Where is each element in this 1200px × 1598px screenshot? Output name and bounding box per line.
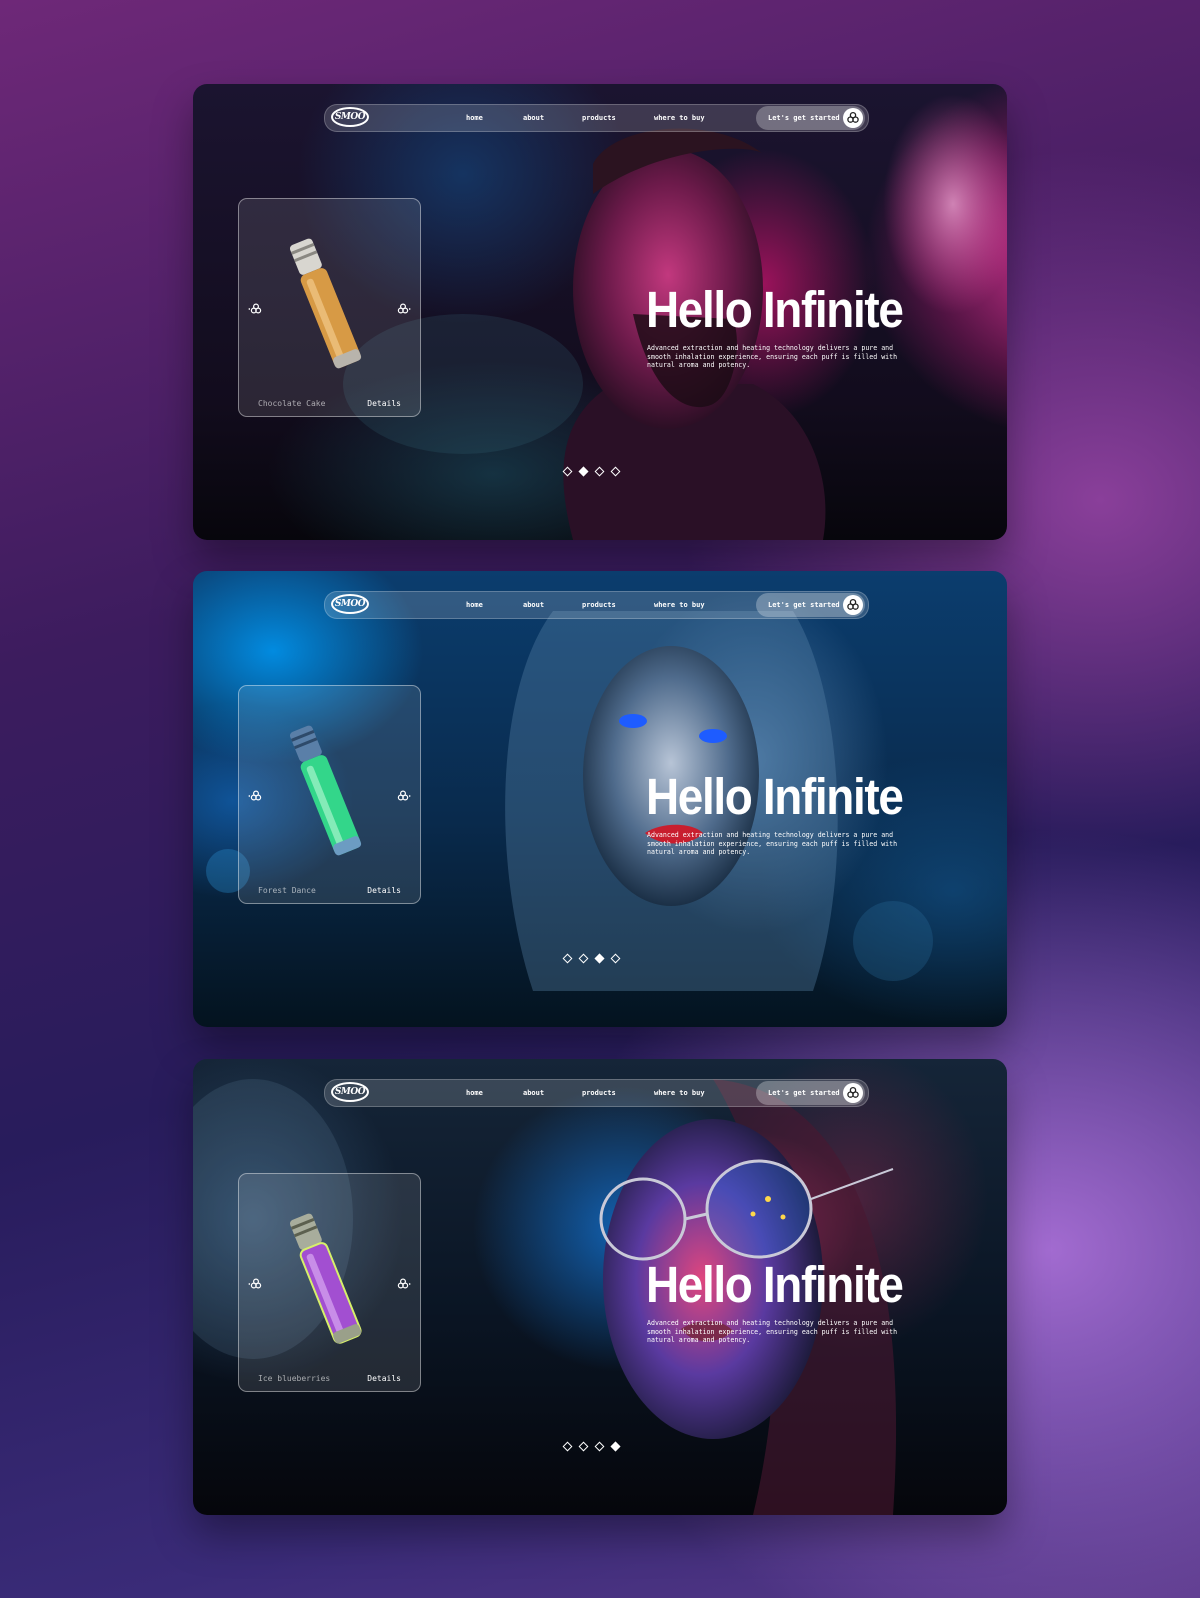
nav-where-to-buy-link[interactable]: where to buy: [654, 592, 705, 618]
triskelion-right-icon[interactable]: [394, 300, 412, 318]
triskelion-right-icon[interactable]: [394, 1275, 412, 1293]
triskelion-right-icon[interactable]: [394, 787, 412, 805]
hero-description: Advanced extraction and heating technolo…: [647, 831, 898, 857]
triskelion-icon: [843, 595, 863, 615]
product-card: Forest Dance Details: [238, 685, 421, 904]
nav-about-link[interactable]: about: [523, 1080, 544, 1106]
hero-title: Hello Infinite: [646, 1256, 904, 1313]
product-card: Ice blueberries Details: [238, 1173, 421, 1392]
product-bottle-image: [289, 238, 362, 369]
nav-products-link[interactable]: products: [582, 592, 616, 618]
product-flavor-name: Ice blueberries: [258, 1374, 331, 1383]
get-started-label: Let's get started: [768, 601, 840, 609]
pager-dot[interactable]: [610, 466, 621, 477]
slide-pager: [562, 1441, 622, 1453]
triskelion-icon: [843, 108, 863, 128]
hero-description: Advanced extraction and heating technolo…: [647, 344, 898, 370]
nav-home-link[interactable]: home: [466, 1080, 483, 1106]
get-started-button[interactable]: Let's get started: [756, 593, 865, 617]
pager-dot[interactable]: [610, 953, 621, 964]
nav-about-link[interactable]: about: [523, 105, 544, 131]
pager-dot[interactable]: [562, 466, 573, 477]
pager-dot[interactable]: [562, 1441, 573, 1452]
top-navbar: SMOO home about products where to buy Le…: [324, 104, 869, 132]
pager-dot[interactable]: [578, 953, 589, 964]
triskelion-icon: [843, 1083, 863, 1103]
brand-logo[interactable]: SMOO: [331, 1082, 369, 1102]
pager-dot-active[interactable]: [578, 466, 589, 477]
hero-title: Hello Infinite: [646, 281, 904, 338]
triskelion-left-icon[interactable]: [247, 1275, 265, 1293]
nav-where-to-buy-link[interactable]: where to buy: [654, 105, 705, 131]
get-started-label: Let's get started: [768, 114, 840, 122]
hero-description: Advanced extraction and heating technolo…: [647, 1319, 898, 1345]
top-navbar: SMOO home about products where to buy Le…: [324, 1079, 869, 1107]
pager-dot[interactable]: [594, 1441, 605, 1452]
triskelion-left-icon[interactable]: [247, 300, 265, 318]
get-started-button[interactable]: Let's get started: [756, 1081, 865, 1105]
pager-dot[interactable]: [562, 953, 573, 964]
pager-dot[interactable]: [594, 466, 605, 477]
slide-pager: [562, 953, 622, 965]
triskelion-left-icon[interactable]: [247, 787, 265, 805]
nav-products-link[interactable]: products: [582, 105, 616, 131]
product-details-link[interactable]: Details: [367, 886, 401, 895]
product-bottle-image: [289, 725, 362, 856]
hero-slide-3: SMOO home about products where to buy Le…: [193, 1059, 1007, 1515]
nav-home-link[interactable]: home: [466, 105, 483, 131]
product-details-link[interactable]: Details: [367, 399, 401, 408]
product-bottle-image: [289, 1213, 362, 1344]
product-details-link[interactable]: Details: [367, 1374, 401, 1383]
pager-dot-active[interactable]: [610, 1441, 621, 1452]
nav-home-link[interactable]: home: [466, 592, 483, 618]
product-card: Chocolate Cake Details: [238, 198, 421, 417]
slide-pager: [562, 466, 622, 478]
top-navbar: SMOO home about products where to buy Le…: [324, 591, 869, 619]
nav-where-to-buy-link[interactable]: where to buy: [654, 1080, 705, 1106]
get-started-label: Let's get started: [768, 1089, 840, 1097]
nav-about-link[interactable]: about: [523, 592, 544, 618]
pager-dot[interactable]: [578, 1441, 589, 1452]
hero-slide-1: SMOO home about products where to buy Le…: [193, 84, 1007, 540]
get-started-button[interactable]: Let's get started: [756, 106, 865, 130]
product-flavor-name: Forest Dance: [258, 886, 316, 895]
product-flavor-name: Chocolate Cake: [258, 399, 326, 408]
brand-logo[interactable]: SMOO: [331, 594, 369, 614]
hero-slide-2: SMOO home about products where to buy Le…: [193, 571, 1007, 1027]
brand-logo[interactable]: SMOO: [331, 107, 369, 127]
pager-dot-active[interactable]: [594, 953, 605, 964]
hero-title: Hello Infinite: [646, 768, 904, 825]
nav-products-link[interactable]: products: [582, 1080, 616, 1106]
